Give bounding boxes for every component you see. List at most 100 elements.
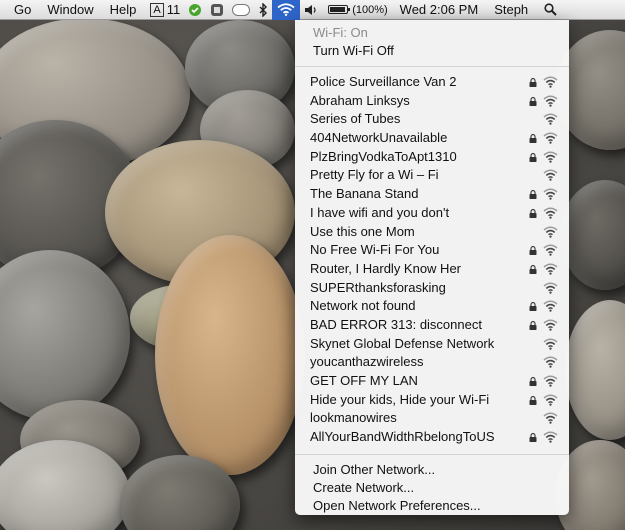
network-item[interactable]: 404NetworkUnavailable [295, 129, 569, 148]
lock-icon [529, 96, 537, 106]
lock-icon [529, 152, 537, 162]
wifi-signal-icon [543, 356, 558, 369]
lock-icon [529, 302, 537, 312]
network-name: lookmanowires [310, 410, 397, 426]
clock[interactable]: Wed 2:06 PM [392, 0, 487, 20]
lock-icon [529, 433, 537, 443]
lock-icon [529, 208, 537, 218]
battery-icon [328, 5, 351, 14]
network-name: Police Surveillance Van 2 [310, 74, 457, 89]
wifi-signal-icon [543, 412, 558, 425]
network-name: 404NetworkUnavailable [310, 130, 448, 146]
wifi-signal-icon [543, 338, 558, 350]
wifi-signal-icon [543, 188, 558, 200]
network-item[interactable]: Abraham Linksys [295, 92, 569, 111]
network-name: Network not found [310, 298, 416, 314]
wifi-signal-icon [543, 76, 558, 88]
network-item[interactable]: Network not found [295, 297, 569, 316]
wifi-signal-icon [543, 394, 558, 406]
wifi-signal-icon [543, 282, 558, 294]
network-item[interactable]: Pretty Fly for a Wi – Fi [295, 166, 569, 185]
lock-icon [529, 190, 537, 200]
network-item[interactable]: Series of Tubes [295, 110, 569, 129]
wallpaper-pebble [155, 235, 305, 475]
network-name: AllYourBandWidthRbelongToUS [310, 429, 495, 445]
wallpaper-pebble [565, 300, 625, 440]
wifi-signal-icon [543, 132, 558, 144]
turn-wifi-off-item[interactable]: Turn Wi-Fi Off [295, 42, 569, 60]
network-item[interactable]: SUPERthanksforasking [295, 279, 569, 298]
network-name: Skynet Global Defense Network [310, 335, 495, 351]
menu-go[interactable]: Go [6, 0, 39, 20]
battery-status[interactable]: (100%) [324, 0, 391, 20]
network-item[interactable]: Router, I Hardly Know Her [295, 260, 569, 279]
network-item[interactable]: PlzBringVodkaToApt1310 [295, 148, 569, 167]
wifi-dropdown-menu: Wi-Fi: On Turn Wi-Fi Off Police Surveill… [295, 20, 569, 515]
network-name: I have wifi and you don't [310, 204, 450, 220]
network-item[interactable]: AllYourBandWidthRbelongToUS [295, 428, 569, 447]
wifi-signal-icon [543, 207, 558, 219]
lock-icon [529, 246, 537, 256]
network-item[interactable]: Police Surveillance Van 2 [295, 73, 569, 92]
network-item[interactable]: lookmanowires [295, 409, 569, 428]
wifi-signal-icon [543, 300, 558, 312]
wifi-signal-icon [543, 319, 558, 331]
bluetooth-icon[interactable] [254, 2, 272, 17]
lock-icon [529, 264, 537, 274]
network-name: Router, I Hardly Know Her [310, 260, 462, 276]
lock-icon [529, 395, 537, 405]
network-name: No Free Wi-Fi For You [310, 242, 440, 258]
input-count: 11 [166, 1, 181, 17]
wifi-status-icon[interactable] [272, 0, 301, 20]
network-name: Series of Tubes [310, 111, 401, 127]
network-item[interactable]: youcanthazwireless [295, 353, 569, 372]
network-name: youcanthazwireless [310, 354, 424, 370]
input-source-badge: A [150, 2, 164, 17]
network-name: SUPERthanksforasking [310, 279, 446, 295]
network-item[interactable]: GET OFF MY LAN [295, 372, 569, 391]
lock-icon [529, 377, 537, 386]
wifi-signal-icon [543, 113, 558, 126]
wifi-status-label: Wi-Fi: On [313, 25, 368, 40]
menu-help[interactable]: Help [102, 0, 145, 20]
open-network-preferences-item[interactable]: Open Network Preferences... [295, 497, 569, 515]
network-item[interactable]: BAD ERROR 313: disconnect [295, 316, 569, 335]
network-name: BAD ERROR 313: disconnect [310, 316, 482, 332]
wallpaper-pebble [0, 250, 130, 420]
wifi-signal-icon [543, 375, 558, 387]
lock-icon [529, 78, 537, 87]
network-item[interactable]: I have wifi and you don't [295, 204, 569, 223]
network-item[interactable]: The Banana Stand [295, 185, 569, 204]
network-item[interactable]: Hide your kids, Hide your Wi-Fi [295, 391, 569, 410]
create-network-item[interactable]: Create Network... [295, 479, 569, 497]
network-name: The Banana Stand [310, 186, 419, 202]
user-menu[interactable]: Steph [486, 0, 536, 20]
input-menu-extra[interactable]: A 11 [146, 0, 184, 20]
wifi-signal-icon [543, 169, 558, 182]
volume-icon[interactable] [300, 4, 324, 16]
app-status-icon[interactable] [206, 3, 228, 17]
join-other-network-item[interactable]: Join Other Network... [295, 461, 569, 479]
network-name: Hide your kids, Hide your Wi-Fi [310, 391, 490, 407]
network-name: PlzBringVodkaToApt1310 [310, 148, 457, 164]
wifi-signal-icon [543, 95, 558, 107]
wallpaper-pebble [560, 180, 625, 290]
network-item[interactable]: No Free Wi-Fi For You [295, 241, 569, 260]
network-item[interactable]: Use this one Mom [295, 223, 569, 242]
network-name: Use this one Mom [310, 223, 415, 239]
menu-separator [295, 66, 569, 67]
lock-icon [529, 321, 537, 330]
wifi-signal-icon [543, 263, 558, 275]
network-name: Abraham Linksys [310, 92, 410, 108]
menu-window[interactable]: Window [39, 0, 101, 20]
lock-icon [529, 134, 537, 144]
sync-status-icon[interactable] [184, 3, 206, 17]
menu-separator [295, 453, 569, 455]
wifi-signal-icon [543, 151, 558, 163]
network-list: Police Surveillance Van 2 Abraham Linksys… [295, 73, 569, 447]
network-name: Pretty Fly for a Wi – Fi [310, 167, 439, 183]
toggle-status-icon[interactable] [228, 3, 254, 16]
spotlight-search-icon[interactable] [536, 3, 563, 16]
wifi-signal-icon [543, 226, 558, 238]
network-item[interactable]: Skynet Global Defense Network [295, 335, 569, 354]
